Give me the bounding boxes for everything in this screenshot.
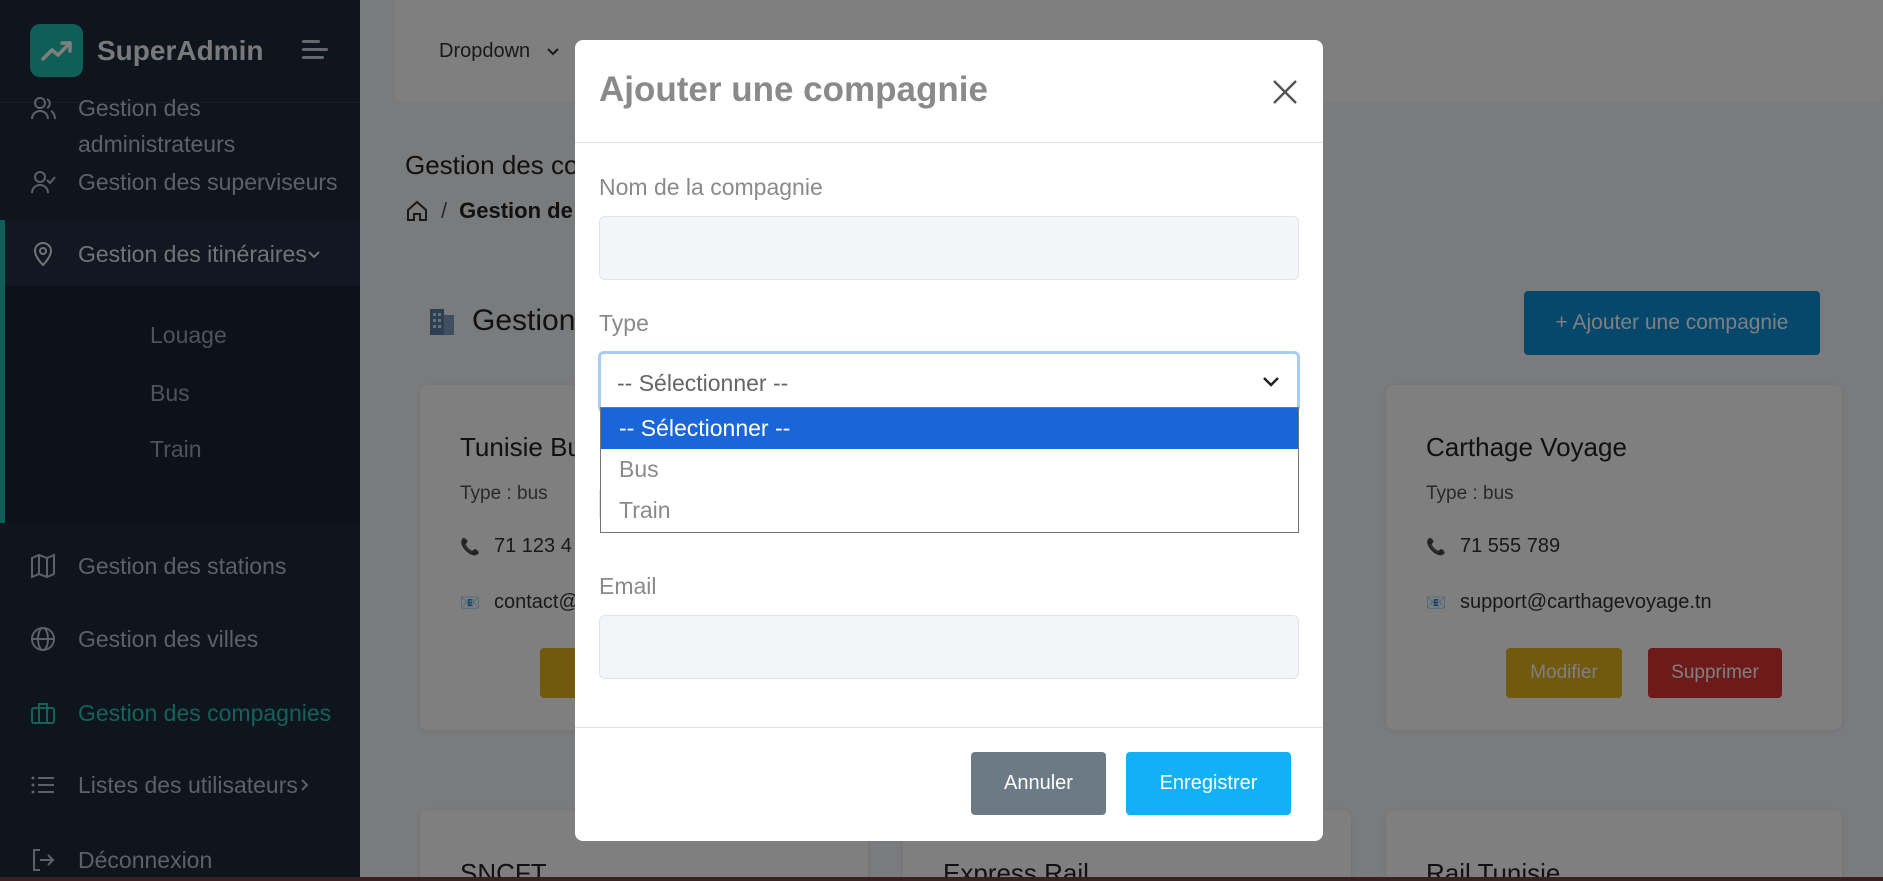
type-label: Type (599, 310, 649, 336)
name-label: Nom de la compagnie (599, 174, 823, 200)
company-name-input[interactable] (599, 216, 1299, 280)
email-label: Email (599, 573, 657, 599)
email-input[interactable] (599, 615, 1299, 679)
type-dropdown-list: -- Sélectionner -- Bus Train (600, 407, 1299, 533)
save-button[interactable]: Enregistrer (1126, 752, 1291, 815)
type-option[interactable]: Train (601, 490, 1298, 531)
modal-title: Ajouter une compagnie (599, 70, 988, 109)
cancel-button[interactable]: Annuler (971, 752, 1106, 815)
type-select-value: -- Sélectionner -- (617, 370, 789, 396)
close-icon[interactable] (1269, 76, 1301, 108)
chevron-down-icon (1263, 377, 1279, 387)
type-select[interactable]: -- Sélectionner -- (598, 351, 1300, 413)
type-option[interactable]: -- Sélectionner -- (601, 408, 1298, 449)
bottom-strip (0, 877, 1883, 881)
modal-footer: Annuler Enregistrer (575, 727, 1323, 841)
type-option[interactable]: Bus (601, 449, 1298, 490)
modal-header: Ajouter une compagnie (575, 40, 1323, 143)
